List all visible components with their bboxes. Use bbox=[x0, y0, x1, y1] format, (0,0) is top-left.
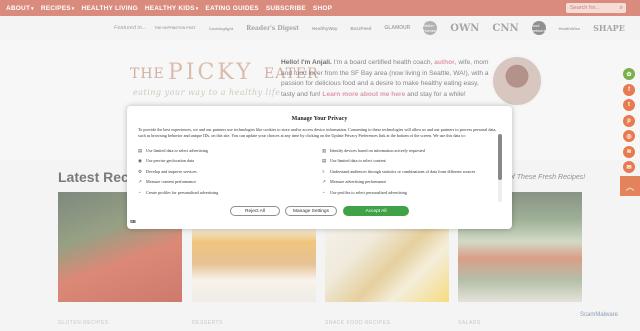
purpose-item: ↗ Measure content performance bbox=[138, 179, 314, 189]
chevron-down-icon: ▾ bbox=[195, 5, 199, 12]
understand-audiences-icon: ≡ bbox=[322, 168, 325, 174]
purpose-label: Identify devices based on information ac… bbox=[330, 148, 425, 153]
purpose-item: ◔ Create profiles for personalised advert… bbox=[138, 190, 314, 200]
nav-item-eating-guides[interactable]: EATING GUIDES bbox=[205, 5, 258, 12]
privacy-description: To provide the best experiences, we and … bbox=[138, 127, 497, 138]
chevron-down-icon: ▾ bbox=[71, 5, 75, 12]
nav-item-recipes[interactable]: RECIPES▾ bbox=[41, 5, 75, 12]
purpose-label: Understand audiences through statistics … bbox=[330, 168, 476, 174]
limited-data-content-icon: ▤ bbox=[322, 158, 327, 164]
advertising-profile-icon: ◔ bbox=[138, 189, 141, 195]
leaf-icon[interactable]: ✿ bbox=[623, 68, 635, 80]
purpose-label: Create profiles for personalised adverti… bbox=[146, 189, 219, 195]
device-access-icon: ▥ bbox=[322, 148, 327, 153]
nav-item-label: HEALTHY LIVING bbox=[81, 4, 138, 12]
geolocation-icon: ◉ bbox=[138, 158, 142, 164]
purpose-label: Measure advertising performance bbox=[330, 179, 387, 185]
facebook-icon[interactable]: f bbox=[623, 83, 635, 96]
nav-item-label: SHOP bbox=[312, 4, 333, 12]
purpose-item: ▤ Use limited data to select advertising bbox=[138, 148, 314, 158]
privacy-title: Manage Your Privacy bbox=[291, 116, 348, 122]
purpose-label: Use limited data to select advertising bbox=[146, 148, 208, 153]
nav-item-label: HEALTHY KIDS bbox=[144, 4, 195, 12]
privacy-dialog: Manage Your Privacy To provide the best … bbox=[127, 106, 512, 229]
limited-data-advertising-icon: ▤ bbox=[138, 148, 143, 153]
search-input[interactable]: Search for... ⌕ bbox=[566, 3, 626, 13]
purpose-scrollbar[interactable] bbox=[498, 134, 502, 202]
purpose-item: ◔ Use profiles to select personalised adv… bbox=[322, 190, 498, 200]
scrollbar-thumb[interactable] bbox=[498, 134, 502, 180]
pinterest-icon[interactable]: p bbox=[623, 114, 635, 127]
ad-performance-icon: ↗ bbox=[322, 179, 326, 185]
chevron-down-icon: ▾ bbox=[31, 5, 34, 12]
nav-item-healthy-kids[interactable]: HEALTHY KIDS▾ bbox=[145, 5, 199, 12]
back-to-top-button[interactable]: ︿ bbox=[620, 176, 640, 196]
nav-item-healthy-living[interactable]: HEALTHY LIVING bbox=[81, 5, 137, 12]
twitter-icon[interactable]: t bbox=[623, 99, 635, 111]
instagram-icon[interactable]: ◎ bbox=[623, 130, 635, 142]
top-nav: ABOUT▾ RECIPES▾ HEALTHY LIVING HEALTHY KIDS… bbox=[0, 0, 640, 16]
accept-all-button[interactable]: Accept All bbox=[343, 206, 409, 216]
purpose-item: ▥ Identify devices based on information a… bbox=[322, 148, 498, 158]
purpose-label: Measure content performance bbox=[146, 179, 196, 185]
nav-item-label: RECIPES bbox=[40, 4, 71, 12]
nav-item-subscribe[interactable]: SUBSCRIBE bbox=[266, 5, 306, 12]
search-icon[interactable]: ⌕ bbox=[620, 3, 623, 13]
nav-item-about[interactable]: ABOUT▾ bbox=[6, 5, 34, 12]
purpose-item: ⚙ Develop and improve services bbox=[138, 169, 314, 179]
nav-item-label: EATING GUIDES bbox=[205, 4, 259, 12]
search-placeholder: Search for... bbox=[570, 5, 600, 11]
purpose-label: Use profiles to select personalised adve… bbox=[330, 189, 407, 195]
purpose-item: ◉ Use precise geolocation data bbox=[138, 158, 314, 168]
nav-item-label: SUBSCRIBE bbox=[265, 4, 306, 12]
purpose-label: Use limited data to select content bbox=[330, 158, 386, 164]
purpose-label: Develop and improve services bbox=[146, 168, 197, 174]
cmp-logo: SE bbox=[130, 219, 137, 224]
nav-item-shop[interactable]: SHOP bbox=[313, 5, 332, 12]
purpose-item: ↗ Measure advertising performance bbox=[322, 179, 498, 189]
email-icon[interactable]: ✉ bbox=[623, 161, 635, 173]
develop-products-icon: ⚙ bbox=[138, 168, 143, 174]
purpose-item: ≡ Understand audiences through statistics… bbox=[322, 169, 498, 179]
nav-item-label: ABOUT bbox=[6, 4, 31, 12]
purpose-label: Use precise geolocation data bbox=[146, 158, 195, 164]
watermark: ScamMalware bbox=[580, 312, 619, 318]
purpose-item: ▤ Use limited data to select content bbox=[322, 158, 498, 168]
rss-icon[interactable]: ≋ bbox=[623, 145, 635, 158]
purpose-list: ▤ Use limited data to select advertising ▥… bbox=[138, 148, 498, 200]
manage-settings-button[interactable]: Manage Settings bbox=[285, 206, 337, 216]
content-performance-icon: ↗ bbox=[138, 179, 142, 185]
reject-all-button[interactable]: Reject All bbox=[230, 206, 280, 216]
chevron-up-icon: ︿ bbox=[625, 181, 635, 192]
personalised-advertising-icon: ◔ bbox=[322, 189, 325, 195]
